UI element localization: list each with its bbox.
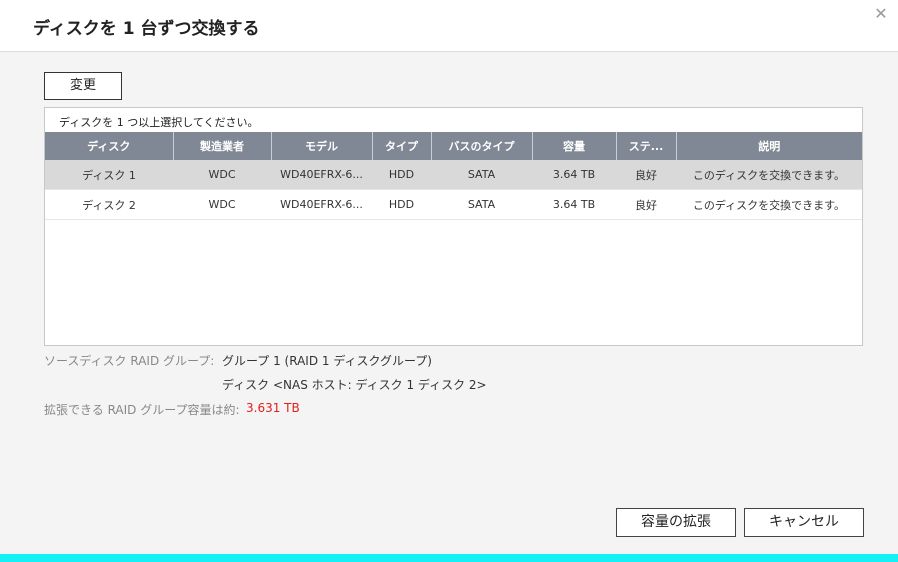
cell-disk: ディスク 2 [45,189,173,220]
cell-model: WD40EFRX-6... [271,160,372,190]
cell-status: 良好 [616,189,676,220]
table-header-row: ディスク 製造業者 モデル タイプ バスのタイプ 容量 ステ... 説明 [45,132,862,160]
expandable-capacity-value: 3.631 TB [246,401,300,415]
source-raid-value: グループ 1 (RAID 1 ディスクグループ) [222,354,432,368]
cell-manufacturer: WDC [173,189,271,220]
table-row[interactable]: ディスク 2 WDC WD40EFRX-6... HDD SATA 3.64 T… [45,189,862,220]
table-row[interactable]: ディスク 1 WDC WD40EFRX-6... HDD SATA 3.64 T… [45,160,862,190]
cell-type: HDD [372,189,431,220]
column-header-bus-type[interactable]: バスのタイプ [431,132,533,160]
column-header-type[interactable]: タイプ [372,132,432,160]
close-icon[interactable]: ✕ [873,6,889,22]
cancel-button[interactable]: キャンセル [744,508,864,537]
dialog-title: ディスクを 1 台ずつ交換する [33,19,260,39]
cell-type: HDD [372,160,431,190]
cell-capacity: 3.64 TB [532,189,616,220]
source-disks-value: ディスク <NAS ホスト: ディスク 1 ディスク 2> [222,378,487,392]
cell-description: このディスクを交換できます。 [676,160,862,190]
expandable-capacity-label: 拡張できる RAID グループ容量は約: [44,403,240,417]
bottom-accent-bar [0,554,898,562]
column-header-model[interactable]: モデル [271,132,373,160]
cell-description: このディスクを交換できます。 [676,189,862,220]
cell-disk: ディスク 1 [45,160,173,190]
cell-bus-type: SATA [431,189,532,220]
cell-model: WD40EFRX-6... [271,189,372,220]
expand-capacity-button[interactable]: 容量の拡張 [616,508,736,537]
column-header-disk[interactable]: ディスク [45,132,174,160]
column-header-description[interactable]: 説明 [676,132,862,160]
column-header-status[interactable]: ステ... [616,132,677,160]
table-instruction: ディスクを 1 つ以上選択してください。 [59,116,259,129]
cell-bus-type: SATA [431,160,532,190]
disk-table: ディスク 製造業者 モデル タイプ バスのタイプ 容量 ステ... 説明 ディス… [45,132,862,220]
column-header-manufacturer[interactable]: 製造業者 [173,132,272,160]
cell-status: 良好 [616,160,676,190]
dialog-header: ディスクを 1 台ずつ交換する ✕ [0,0,898,52]
change-button[interactable]: 変更 [44,72,122,100]
column-header-capacity[interactable]: 容量 [532,132,617,160]
cell-capacity: 3.64 TB [532,160,616,190]
disk-table-panel: ディスクを 1 つ以上選択してください。 ディスク 製造業者 モデル タイプ バ… [44,107,863,346]
cell-manufacturer: WDC [173,160,271,190]
source-raid-label: ソースディスク RAID グループ: [44,354,215,368]
